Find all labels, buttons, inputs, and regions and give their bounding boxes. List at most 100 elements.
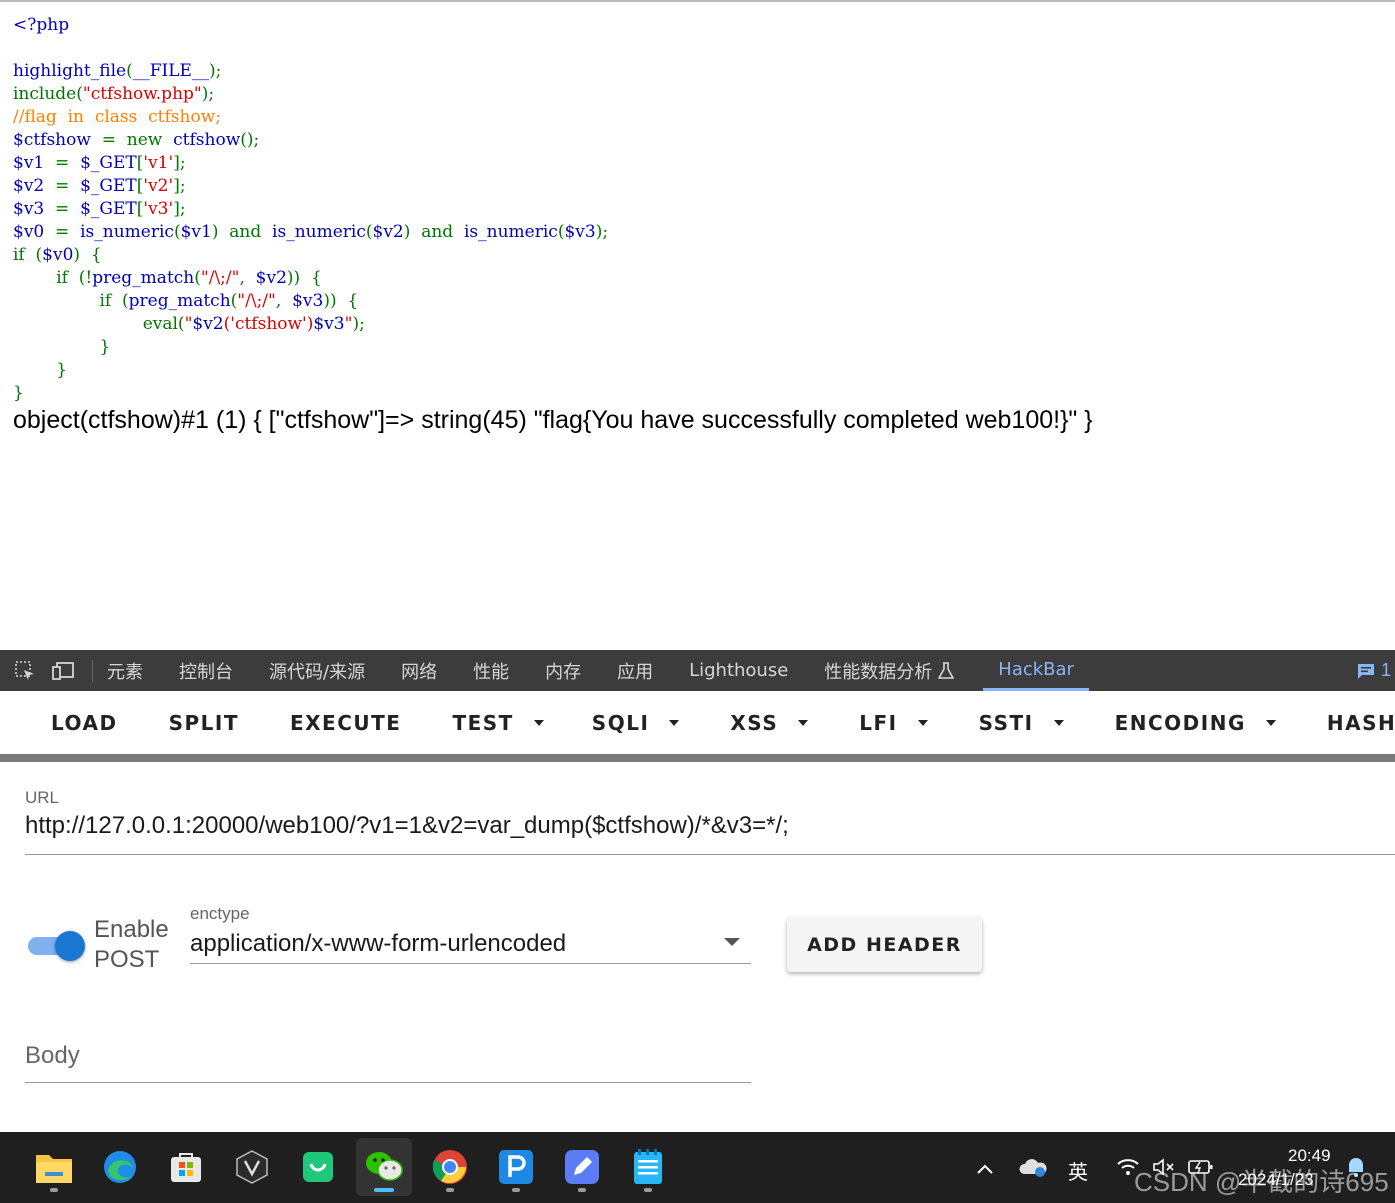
p-app-icon	[499, 1150, 533, 1184]
tab-performance-insights[interactable]: 性能数据分析	[824, 650, 955, 691]
code-token: "/\;/"	[237, 291, 276, 311]
running-indicator	[644, 1188, 652, 1192]
code-token: );	[201, 84, 215, 104]
code-token: is_numeric	[80, 222, 174, 242]
code-token: ];	[173, 199, 186, 219]
code-token: ) {	[73, 245, 102, 265]
enctype-select[interactable]: application/x-www-form-urlencoded	[190, 930, 566, 958]
dropdown-arrow-icon[interactable]	[724, 938, 740, 946]
code-token: );	[595, 222, 609, 242]
caret-down-icon	[669, 719, 680, 726]
caret-down-icon	[1265, 719, 1276, 726]
inspect-element-icon[interactable]	[12, 658, 38, 684]
code-token: 'v1'	[143, 153, 174, 173]
code-token: ();	[240, 130, 260, 150]
running-indicator	[446, 1188, 454, 1192]
sqli-menu-label: SQLI	[591, 710, 650, 735]
caret-down-icon	[533, 719, 544, 726]
taskbar-wechat[interactable]	[356, 1138, 412, 1196]
sqli-menu-button[interactable]: SQLI	[592, 711, 680, 735]
code-token: 'v3'	[143, 199, 174, 219]
tab-sources[interactable]: 源代码/来源	[269, 650, 365, 691]
hackbar-progress-bar	[0, 754, 1395, 762]
code-line: highlight_file(__FILE__);	[13, 60, 608, 83]
tab-elements[interactable]: 元素	[107, 650, 143, 691]
onedrive-cloud-icon[interactable]	[1018, 1156, 1048, 1183]
url-underline	[25, 854, 1395, 855]
running-indicator	[50, 1188, 58, 1192]
device-toolbar-icon[interactable]	[50, 658, 76, 684]
code-token: if (!	[13, 268, 93, 288]
taskbar-chrome[interactable]	[422, 1138, 478, 1196]
encoding-menu-button[interactable]: ENCODING	[1115, 711, 1276, 735]
add-header-button[interactable]: ADD HEADER	[787, 917, 982, 972]
ime-indicator[interactable]: 英	[1068, 1156, 1088, 1185]
body-underline	[25, 1082, 751, 1083]
code-token: =	[55, 176, 81, 196]
code-line: if (!preg_match("/\;/", $v2)) {	[13, 267, 608, 290]
taskbar-edge[interactable]	[92, 1138, 148, 1196]
tab-performance[interactable]: 性能	[473, 650, 509, 691]
code-token: ) and	[211, 222, 273, 242]
code-line: <?php	[13, 14, 608, 37]
test-menu-button[interactable]: TEST	[452, 711, 544, 735]
code-token: }	[13, 337, 111, 357]
taskbar-green-app[interactable]	[290, 1138, 346, 1196]
code-token: $v3	[564, 222, 596, 242]
code-token: highlight_file	[13, 61, 127, 81]
code-token: =	[55, 199, 81, 219]
body-input[interactable]: Body	[25, 1042, 80, 1070]
code-line: include("ctfshow.php");	[13, 83, 608, 106]
wechat-icon	[366, 1152, 403, 1181]
code-token: $_GET	[80, 153, 137, 173]
taskbar-file-explorer[interactable]	[26, 1138, 82, 1196]
tab-memory[interactable]: 内存	[545, 650, 581, 691]
hashing-menu-button[interactable]: HASHING	[1327, 711, 1395, 735]
taskbar-jetbrains[interactable]	[224, 1138, 280, 1196]
code-token: if (	[13, 291, 129, 311]
split-button[interactable]: SPLIT	[169, 711, 239, 735]
pen-note-icon	[565, 1150, 599, 1184]
issues-counter[interactable]: 1	[1357, 650, 1391, 691]
code-token: (	[365, 222, 373, 242]
show-hidden-icons-chevron-icon[interactable]	[976, 1162, 994, 1180]
code-token: include(	[13, 84, 83, 104]
code-token: $v0	[13, 222, 56, 242]
code-line: $v1 = $_GET['v1'];	[13, 152, 608, 175]
code-token: $v2	[192, 314, 224, 334]
code-token: =	[55, 153, 81, 173]
taskbar-microsoft-store[interactable]	[158, 1138, 214, 1196]
ssti-menu-label: SSTI	[978, 710, 1034, 735]
code-token: =	[55, 222, 81, 242]
code-token: <?php	[13, 15, 70, 35]
code-token: }	[13, 383, 24, 403]
code-token: eval(	[13, 314, 185, 334]
xss-menu-button[interactable]: XSS	[730, 711, 809, 735]
tab-hackbar[interactable]: HackBar	[983, 650, 1089, 691]
code-token: );	[208, 61, 222, 81]
execute-button[interactable]: EXECUTE	[290, 711, 401, 735]
enable-post-label-line1: Enable	[94, 916, 169, 943]
code-token: ,	[275, 291, 293, 311]
taskbar-p-app[interactable]	[488, 1138, 544, 1196]
tab-network[interactable]: 网络	[401, 650, 437, 691]
running-indicator	[512, 1188, 520, 1192]
taskbar-notes-app[interactable]	[554, 1138, 610, 1196]
taskbar-notepad[interactable]	[620, 1138, 676, 1196]
lfi-menu-button[interactable]: LFI	[859, 711, 928, 735]
code-token: )) {	[286, 268, 322, 288]
code-line: if (preg_match("/\;/", $v3)) {	[13, 290, 608, 313]
code-token: (	[126, 61, 133, 81]
url-input[interactable]: http://127.0.0.1:20000/web100/?v1=1&v2=v…	[25, 812, 789, 840]
tab-application[interactable]: 应用	[617, 650, 653, 691]
var-dump-output: object(ctfshow)#1 (1) { ["ctfshow"]=> st…	[13, 406, 1093, 434]
enable-post-toggle[interactable]	[28, 930, 85, 962]
tab-console[interactable]: 控制台	[179, 650, 233, 691]
code-token: $v1	[180, 222, 212, 242]
flask-icon	[938, 661, 955, 680]
ssti-menu-button[interactable]: SSTI	[979, 711, 1064, 735]
load-button[interactable]: LOAD	[51, 711, 118, 735]
tab-lighthouse[interactable]: Lighthouse	[689, 650, 788, 691]
caret-down-icon	[1053, 719, 1064, 726]
